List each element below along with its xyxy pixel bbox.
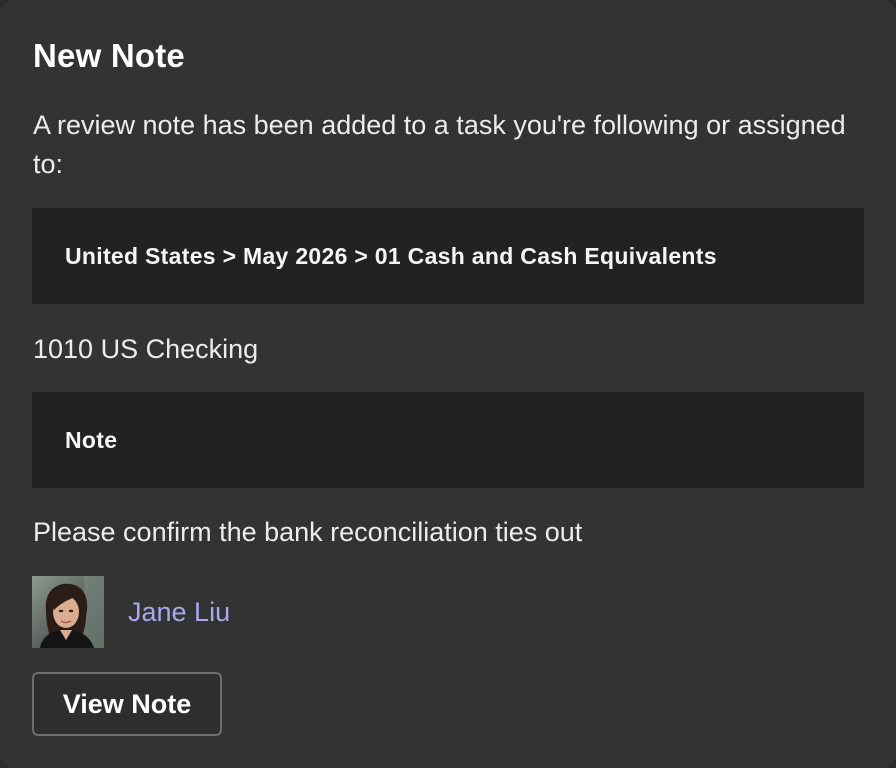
note-heading: Note bbox=[65, 426, 118, 453]
note-text: Please confirm the bank reconciliation t… bbox=[33, 517, 583, 547]
author-row: Jane Liu bbox=[32, 576, 230, 648]
view-note-button[interactable]: View Note bbox=[32, 672, 222, 736]
card-title: New Note bbox=[33, 37, 185, 74]
intro-text: A review note has been added to a task y… bbox=[33, 110, 846, 179]
new-note-card: New Note A review note has been added to… bbox=[0, 0, 896, 768]
avatar bbox=[32, 576, 104, 648]
account-name: 1010 US Checking bbox=[33, 334, 259, 364]
author-name-link[interactable]: Jane Liu bbox=[128, 597, 230, 628]
user-photo-icon bbox=[32, 576, 104, 648]
note-heading-band: Note bbox=[32, 392, 864, 488]
task-path-band: United States > May 2026 > 01 Cash and C… bbox=[32, 208, 864, 304]
task-path: United States > May 2026 > 01 Cash and C… bbox=[65, 242, 717, 269]
